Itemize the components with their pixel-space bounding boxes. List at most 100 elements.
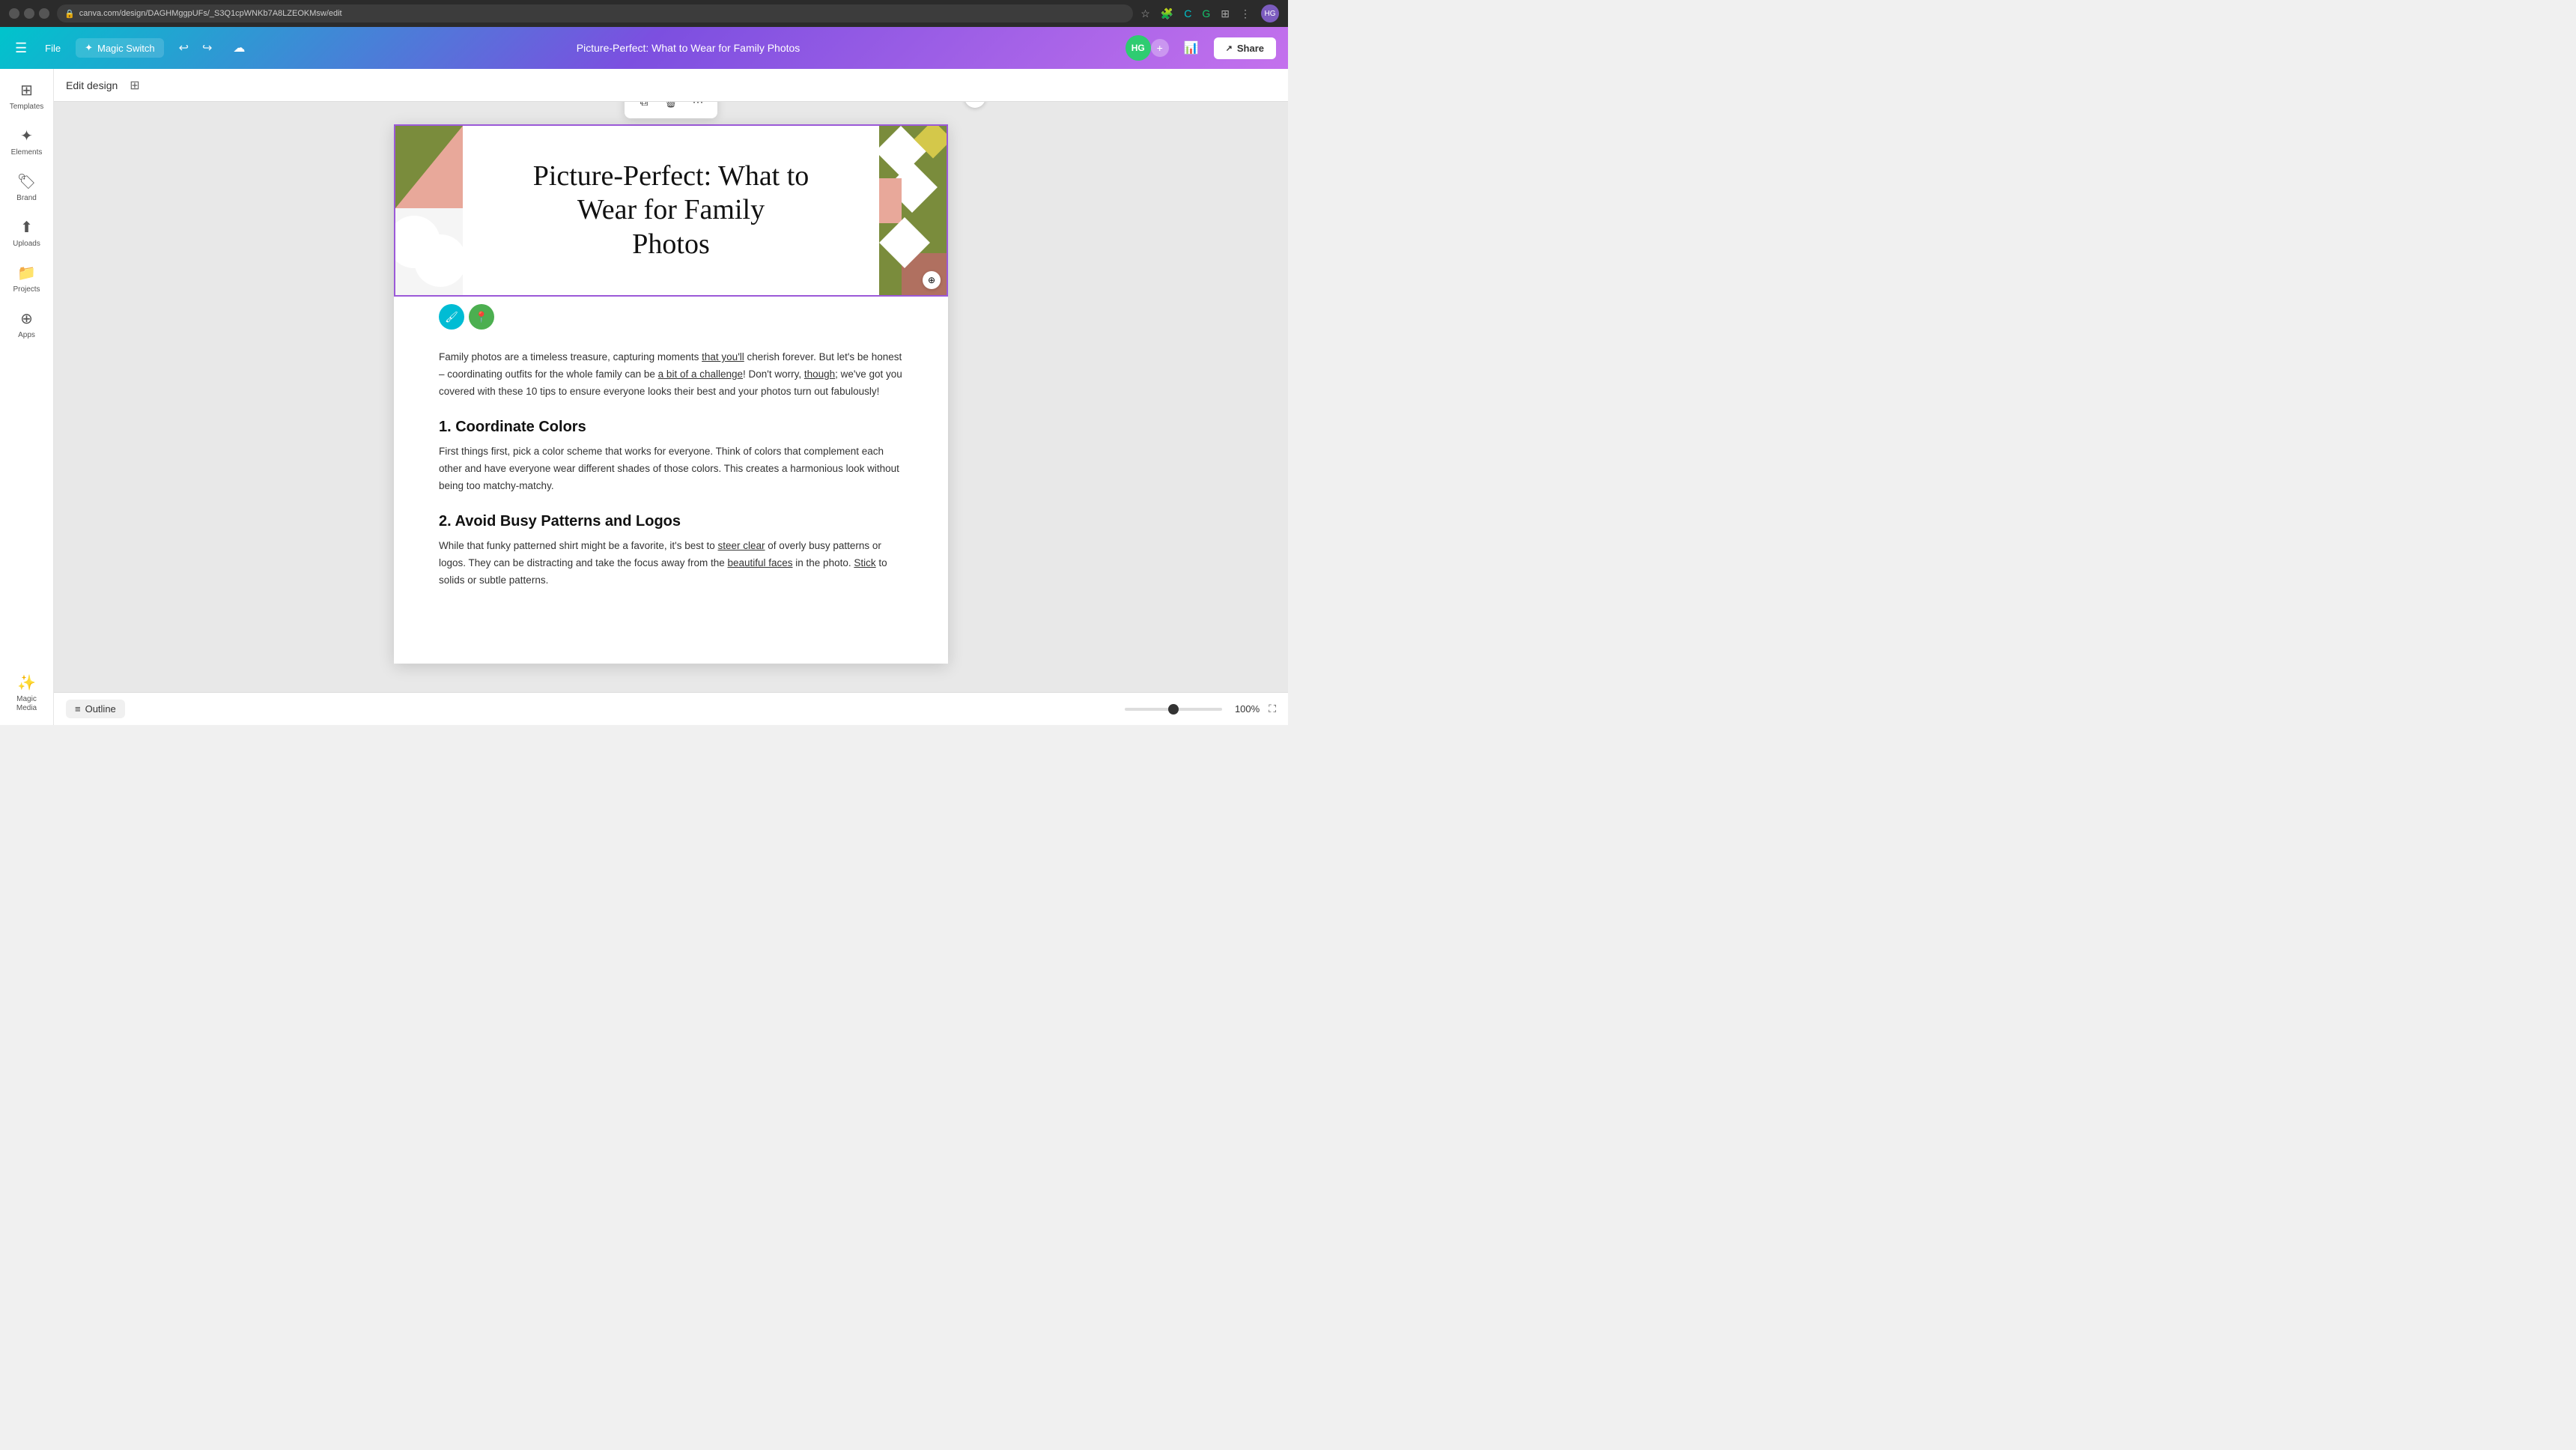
undo-button[interactable]: ↩ (173, 37, 195, 59)
sidebar-label-projects: Projects (13, 285, 40, 294)
sidebar-item-templates[interactable]: ⊞ Templates (4, 75, 50, 118)
outline-label: Outline (85, 703, 116, 715)
browser-menu-icon[interactable]: ⋮ (1240, 7, 1251, 20)
delete-icon-btn[interactable]: 🗑 (659, 102, 683, 114)
underlined-steer-clear: steer clear (718, 540, 765, 551)
browser-back-btn[interactable]: ‹ (9, 8, 19, 19)
section1-heading: 1. Coordinate Colors (439, 419, 903, 436)
sidebar-label-uploads: Uploads (13, 240, 40, 249)
canvas-scroll[interactable]: ⧉ 🗑 ⋯ ↻ (54, 102, 1288, 692)
section2-heading: 2. Avoid Busy Patterns and Logos (439, 513, 903, 530)
magic-switch-label: Magic Switch (97, 43, 155, 54)
browser-chrome: ‹ › ↻ 🔒 canva.com/design/DAGHMggpUFs/_S3… (0, 0, 1288, 27)
copy-icon-btn[interactable]: ⧉ (632, 102, 656, 114)
underlined-beautiful-faces: beautiful faces (727, 557, 792, 568)
design-document: ⧉ 🗑 ⋯ ↻ (394, 124, 948, 664)
underlined-text-2: a bit of a challenge (658, 368, 743, 380)
extensions-icon[interactable]: 🧩 (1161, 7, 1173, 20)
url-bar[interactable]: 🔒 canva.com/design/DAGHMggpUFs/_S3Q1cpWN… (57, 4, 1133, 22)
main-layout: ⊞ Templates ✦ Elements 🏷 Brand ⬆ Uploads… (0, 69, 1288, 725)
location-tool-button[interactable]: 📍 (469, 304, 494, 330)
add-collaborator-button[interactable]: + (1151, 39, 1169, 57)
star-icon[interactable]: ☆ (1140, 7, 1150, 20)
extensions-puzzle-icon[interactable]: ⊞ (1221, 7, 1230, 20)
user-avatar[interactable]: HG (1126, 35, 1151, 61)
sidebar-label-elements: Elements (11, 148, 43, 157)
edit-tools: 🖌 📍 (394, 297, 948, 334)
sidebar-label-apps: Apps (18, 331, 35, 340)
sidebar-item-magic-media[interactable]: ✨ Magic Media (4, 667, 50, 719)
apps-icon: ⊕ (20, 309, 33, 328)
browser-refresh-btn[interactable]: ↻ (39, 8, 49, 19)
zoom-level: 100% (1230, 703, 1260, 715)
magic-switch-icon: ✦ (85, 42, 93, 54)
user-initials: HG (1131, 43, 1145, 53)
zoom-slider[interactable] (1125, 708, 1222, 711)
magic-media-icon: ✨ (17, 673, 36, 692)
sidebar: ⊞ Templates ✦ Elements 🏷 Brand ⬆ Uploads… (0, 69, 54, 725)
sidebar-item-apps[interactable]: ⊕ Apps (4, 303, 50, 346)
browser-forward-btn[interactable]: › (24, 8, 34, 19)
stats-icon[interactable]: 📊 (1178, 37, 1205, 59)
grammarly-icon[interactable]: G (1202, 7, 1210, 19)
location-icon: 📍 (475, 311, 487, 324)
outline-button[interactable]: ≡ Outline (66, 700, 125, 718)
url-text: canva.com/design/DAGHMggpUFs/_S3Q1cpWNKb… (79, 9, 342, 18)
brand-icon: 🏷 (17, 172, 36, 191)
sidebar-label-templates: Templates (10, 103, 44, 112)
delete-icon: 🗑 (663, 102, 678, 109)
sidebar-label-magic-media: Magic Media (8, 695, 46, 713)
geo-shapes-right (879, 126, 947, 297)
underlined-text-1: that you'll (702, 351, 744, 362)
rotate-handle[interactable]: ↻ (965, 102, 985, 108)
geo-right-decoration (879, 126, 947, 295)
section2-body: While that funky patterned shirt might b… (439, 538, 903, 589)
sidebar-item-uploads[interactable]: ⬆ Uploads (4, 212, 50, 255)
cloud-save-icon[interactable]: ☁ (227, 37, 251, 59)
share-arrow-icon: ↗ (1226, 43, 1233, 53)
canvas-area: Edit design ⊞ ⧉ 🗑 ⋯ (54, 69, 1288, 725)
share-label: Share (1237, 43, 1264, 54)
title-line2: Wear for Family (577, 194, 765, 225)
projects-icon: 📁 (17, 264, 36, 282)
underlined-stick: Stick (854, 557, 875, 568)
browser-profile-initials: HG (1265, 10, 1276, 18)
green-triangle (395, 126, 463, 208)
uploads-icon: ⬆ (20, 218, 33, 237)
sidebar-item-projects[interactable]: 📁 Projects (4, 258, 50, 300)
zoom-thumb[interactable] (1168, 704, 1179, 715)
pink-rect (879, 178, 902, 223)
elements-icon: ✦ (20, 127, 33, 145)
file-button[interactable]: File (39, 40, 67, 57)
sidebar-item-elements[interactable]: ✦ Elements (4, 121, 50, 163)
browser-actions: ☆ 🧩 C G ⊞ ⋮ HG (1140, 4, 1279, 22)
geo-shapes-left (395, 126, 463, 297)
circle-2 (414, 234, 463, 287)
bottom-bar: ≡ Outline 100% ⛶ (54, 692, 1288, 725)
hamburger-menu-icon[interactable]: ☰ (12, 37, 30, 59)
header-image[interactable]: Picture-Perfect: What to Wear for Family… (394, 124, 948, 297)
redo-button[interactable]: ↪ (196, 37, 218, 59)
grid-icon[interactable]: ⊞ (127, 75, 142, 96)
more-icon: ⋯ (693, 102, 704, 109)
app-bar: ☰ File ✦ Magic Switch ↩ ↪ ☁ Picture-Perf… (0, 27, 1288, 69)
sidebar-item-brand[interactable]: 🏷 Brand (4, 166, 50, 209)
article-content: Family photos are a timeless treasure, c… (394, 334, 948, 637)
floating-toolbar: ⧉ 🗑 ⋯ (625, 102, 717, 118)
paint-tool-button[interactable]: 🖌 (439, 304, 464, 330)
edit-design-label: Edit design (66, 79, 118, 91)
magic-switch-button[interactable]: ✦ Magic Switch (76, 38, 163, 58)
undo-redo-controls: ↩ ↪ (173, 37, 219, 59)
header-script-title: Picture-Perfect: What to Wear for Family… (518, 152, 824, 270)
title-line1: Picture-Perfect: What to (533, 160, 809, 192)
copy-icon: ⧉ (640, 102, 648, 109)
fullscreen-button[interactable]: ⛶ (1269, 703, 1276, 715)
zoom-resize-handle[interactable]: ⊕ (923, 271, 941, 289)
edit-bar: Edit design ⊞ (54, 69, 1288, 102)
section1-body: First things first, pick a color scheme … (439, 443, 903, 495)
browser-profile[interactable]: HG (1261, 4, 1279, 22)
share-button[interactable]: ↗ Share (1214, 37, 1276, 59)
more-options-btn[interactable]: ⋯ (686, 102, 710, 114)
canva-extension-icon[interactable]: C (1184, 7, 1191, 19)
article-intro: Family photos are a timeless treasure, c… (439, 349, 903, 401)
